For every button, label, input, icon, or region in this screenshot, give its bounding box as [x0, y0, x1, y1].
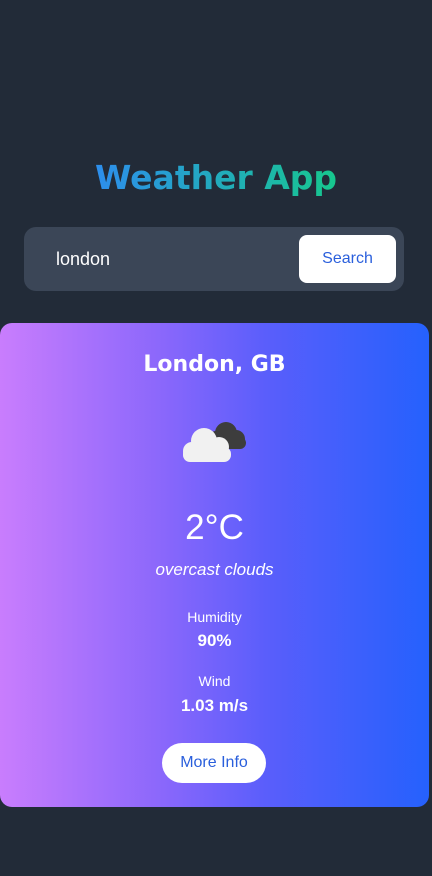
humidity-value: 90%	[197, 631, 232, 650]
search-bar: Search	[24, 227, 404, 291]
weather-card: London, GB 2°C overcast clouds Humidity …	[0, 323, 429, 807]
city-search-input[interactable]	[36, 235, 296, 283]
city-name: London, GB	[143, 352, 286, 377]
search-button[interactable]: Search	[299, 235, 396, 283]
more-info-button[interactable]: More Info	[162, 743, 266, 783]
weather-description: overcast clouds	[155, 560, 274, 579]
wind-value: 1.03 m/s	[180, 696, 249, 715]
wind-label: Wind	[198, 673, 231, 689]
temperature: 2°C	[185, 508, 244, 547]
humidity-label: Humidity	[187, 609, 242, 625]
app-title: Weather App	[0, 156, 432, 200]
overcast-clouds-icon	[183, 422, 246, 462]
